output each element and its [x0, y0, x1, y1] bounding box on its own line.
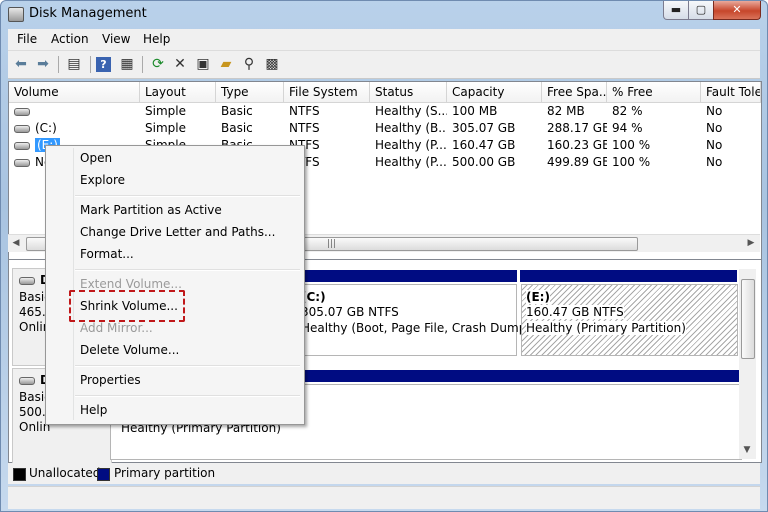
status-bar: [8, 486, 760, 509]
unallocated-swatch: [13, 468, 26, 481]
menu-action[interactable]: Action: [51, 32, 89, 46]
legend-primary: Primary partition: [114, 466, 216, 480]
column-file-system[interactable]: File System: [284, 82, 370, 102]
menu-change-drive-letter[interactable]: Change Drive Letter and Paths...: [80, 225, 275, 239]
settings-icon[interactable]: ▣: [194, 55, 212, 73]
magic-icon[interactable]: ▩: [263, 55, 281, 73]
menu-format[interactable]: Format...: [80, 247, 134, 261]
context-menu: Open Explore Mark Partition as Active Ch…: [45, 145, 305, 425]
menu-help[interactable]: Help: [143, 32, 170, 46]
disk-icon: [19, 376, 35, 385]
column-status[interactable]: Status: [370, 82, 447, 102]
disk-icon: [14, 158, 30, 167]
menu-add-mirror: Add Mirror...: [80, 321, 153, 335]
console-icon[interactable]: ▤: [65, 55, 83, 73]
vertical-scroll-thumb[interactable]: [741, 279, 755, 359]
menu-explore[interactable]: Explore: [80, 173, 125, 187]
primary-swatch: [97, 468, 110, 481]
column-layout[interactable]: Layout: [140, 82, 216, 102]
minimize-button[interactable]: ▬: [663, 1, 689, 20]
scroll-down-icon[interactable]: ▼: [740, 443, 754, 458]
menu-extend-volume: Extend Volume...: [80, 277, 182, 291]
title-bar[interactable]: Disk Management ▬ ▢ ✕: [1, 1, 767, 29]
scroll-right-icon[interactable]: ▶: [744, 236, 758, 251]
menu-help[interactable]: Help: [80, 403, 107, 417]
column-percent-free[interactable]: % Free: [607, 82, 701, 102]
menu-mark-active[interactable]: Mark Partition as Active: [80, 203, 222, 217]
help-icon[interactable]: ?: [96, 57, 111, 72]
partition-header-e: [520, 270, 737, 282]
close-button[interactable]: ✕: [713, 1, 761, 20]
refresh-icon[interactable]: ⟳: [149, 55, 167, 73]
column-fault-tolerance[interactable]: Fault Tolera: [701, 82, 761, 102]
table-row[interactable]: Simple Basic NTFS Healthy (S... 100 MB 8…: [9, 103, 761, 120]
menu-open[interactable]: Open: [80, 151, 112, 165]
back-icon[interactable]: ⬅: [12, 55, 30, 73]
disk-icon: [14, 124, 30, 133]
partition-e[interactable]: (E:) 160.47 GB NTFS Healthy (Primary Par…: [521, 284, 738, 356]
column-volume[interactable]: Volume: [9, 82, 140, 102]
window-title: Disk Management: [29, 6, 147, 21]
properties-icon[interactable]: ▦: [118, 55, 136, 73]
legend: Unallocated Primary partition: [8, 463, 760, 484]
open-icon[interactable]: ▰: [217, 55, 235, 73]
legend-unallocated: Unallocated: [29, 466, 101, 480]
menu-file[interactable]: File: [17, 32, 37, 46]
table-row[interactable]: (C:) Simple Basic NTFS Healthy (B... 305…: [9, 120, 761, 137]
disk-icon: [14, 141, 30, 150]
menu-shrink-volume[interactable]: Shrink Volume...: [80, 299, 178, 313]
toolbar: ⬅ ➡ ▤ ? ▦ ⟳ ✕ ▣ ▰ ⚲ ▩: [8, 51, 760, 79]
column-type[interactable]: Type: [216, 82, 284, 102]
disk-icon: [19, 276, 35, 285]
disk-management-app-icon: [8, 7, 24, 22]
menu-bar: File Action View Help: [8, 29, 760, 51]
menu-view[interactable]: View: [102, 32, 130, 46]
menu-properties[interactable]: Properties: [80, 373, 141, 387]
maximize-button[interactable]: ▢: [688, 1, 714, 20]
search-icon[interactable]: ⚲: [240, 55, 258, 73]
scroll-left-icon[interactable]: ◀: [9, 236, 23, 251]
vertical-scrollbar[interactable]: ▼: [739, 269, 756, 459]
volume-list-header: Volume Layout Type File System Status Ca…: [9, 82, 761, 103]
menu-delete-volume[interactable]: Delete Volume...: [80, 343, 179, 357]
forward-icon[interactable]: ➡: [34, 55, 52, 73]
delete-icon[interactable]: ✕: [171, 55, 189, 73]
column-capacity[interactable]: Capacity: [447, 82, 542, 102]
disk-icon: [14, 107, 30, 116]
column-free-space[interactable]: Free Spa...: [542, 82, 607, 102]
